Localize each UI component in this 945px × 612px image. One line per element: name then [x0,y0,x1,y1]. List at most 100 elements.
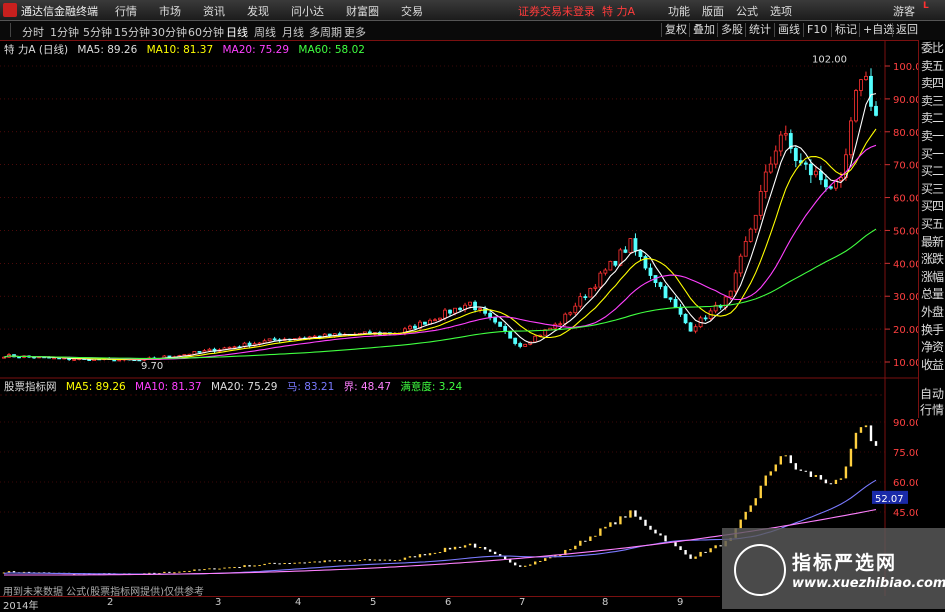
side-panel-item[interactable]: 买五 [921,218,945,231]
indicator-bar [413,556,417,558]
indicator-bar [223,567,226,569]
side-panel-item[interactable]: 委比 [921,42,945,55]
candle-body [849,120,853,156]
indicator-bar [704,551,707,553]
side-panel-item[interactable]: 涨幅 [921,270,945,284]
candle-body [673,298,678,308]
date-axis: 2014年 2 3 4 5 6 7 8 9 [0,596,720,612]
indicator-bar [659,533,662,536]
indicator-bar [664,535,667,542]
side-panel-item[interactable]: 卖一 [921,130,945,143]
indicator-bar [649,525,652,530]
price-tick-label: 60.00 [893,194,918,205]
candle-body [493,317,498,323]
main-price-panel: 102.00 9.70 [2,54,878,372]
side-panel-item[interactable]: 换手 [921,323,945,337]
indicator-bar [338,560,341,562]
indicator-bar [674,542,677,547]
indicator-bar [844,466,848,479]
side-panel-item[interactable]: 总量 [921,288,945,301]
indicator-bar [599,528,602,536]
auto-label[interactable]: 自动 [920,385,944,402]
indicator-tick-label: 45.00 [893,508,918,519]
indicator-bar [458,546,462,548]
price-tick-label: 30.00 [893,292,918,303]
indicator-bar [829,483,833,485]
candle-body [688,322,693,332]
ma5-value: MA5: 89.26 [77,44,138,56]
indicator-bar [448,547,452,550]
indicator-bar [594,535,597,537]
candle-body [448,309,452,314]
side-panel-item[interactable]: 买四 [921,200,945,213]
candle-body [598,272,603,288]
indicator-bar [589,536,592,541]
indicator-bar [834,479,838,484]
candle-body [623,249,628,253]
candle-body [408,325,412,330]
indicator-bar [233,567,236,569]
candle-body [839,177,843,181]
date-tick: 3 [215,597,222,608]
side-panel-item[interactable]: 净资 [921,341,945,354]
indicator-bar [178,571,181,573]
indicator-bar [398,559,402,561]
candle-body [453,307,457,314]
candle-body [854,90,858,122]
side-panel-item[interactable]: 卖三 [921,94,945,108]
candle-body [508,331,513,339]
ma-line-value: 马: 83.21 [286,381,335,393]
side-panel-item[interactable]: 卖五 [921,59,945,73]
indicator-bar [383,559,387,561]
side-panel-item[interactable]: 收益 [921,358,945,372]
side-panel-item[interactable]: 最新 [921,235,945,249]
candle-body [167,355,172,358]
indicator-bar [438,552,442,554]
indicator-bar [759,485,762,499]
indicator-bar [614,522,617,525]
indicator-bar [203,569,206,571]
quote-side-panel: 委比卖五卖四卖三卖二卖一买一买二买三买四买五最新涨跌涨幅总量外盘换手净资收益 [918,40,945,418]
side-panel-item[interactable]: 买三 [921,182,945,196]
indicator-bar [288,563,291,565]
indicator-bar [363,559,367,561]
candle-body [768,163,773,173]
indicator-bar [779,456,782,465]
side-panel-item[interactable]: 卖二 [921,112,945,125]
candle-body [728,290,733,298]
candle-body [818,170,823,181]
candle-body [267,338,272,342]
indicator-bar [769,471,772,476]
indicator-bar [754,498,757,506]
candle-body [748,228,753,242]
indicator-bar [353,560,357,562]
candle-body [859,79,863,91]
date-tick: 5 [370,597,377,608]
price-tick-label: 50.00 [893,226,918,237]
indicator-bar [814,475,818,477]
candle-body [578,296,583,307]
indicator-bar [854,432,858,449]
indicator-bar [684,550,687,555]
candle-body [72,358,77,361]
indicator-bar [529,564,532,566]
indicator-bar [634,510,637,517]
indicator-bar [418,554,422,558]
indicator-bar [423,554,427,556]
indicator-bar [313,561,316,563]
side-panel-item[interactable]: 买一 [921,147,945,161]
indicator-bar [864,425,868,428]
quote-label[interactable]: 行情 [920,401,944,418]
kline-chart[interactable]: 102.00 9.70 100.0 90.00 80.00 70.00 60.00 50.0… [0,0,918,596]
side-panel-item[interactable]: 卖四 [921,77,945,90]
candle-body [523,343,528,347]
side-panel-item[interactable]: 买二 [921,165,945,178]
candle-body [658,282,663,287]
indicator-name[interactable]: 股票指标网 [4,381,57,393]
candle-body [783,133,788,136]
indicator-bar [213,568,216,570]
indicator-bar [378,559,382,561]
side-panel-item[interactable]: 涨跌 [921,253,945,266]
side-panel-item[interactable]: 外盘 [921,306,945,319]
date-tick: 7 [519,597,526,608]
